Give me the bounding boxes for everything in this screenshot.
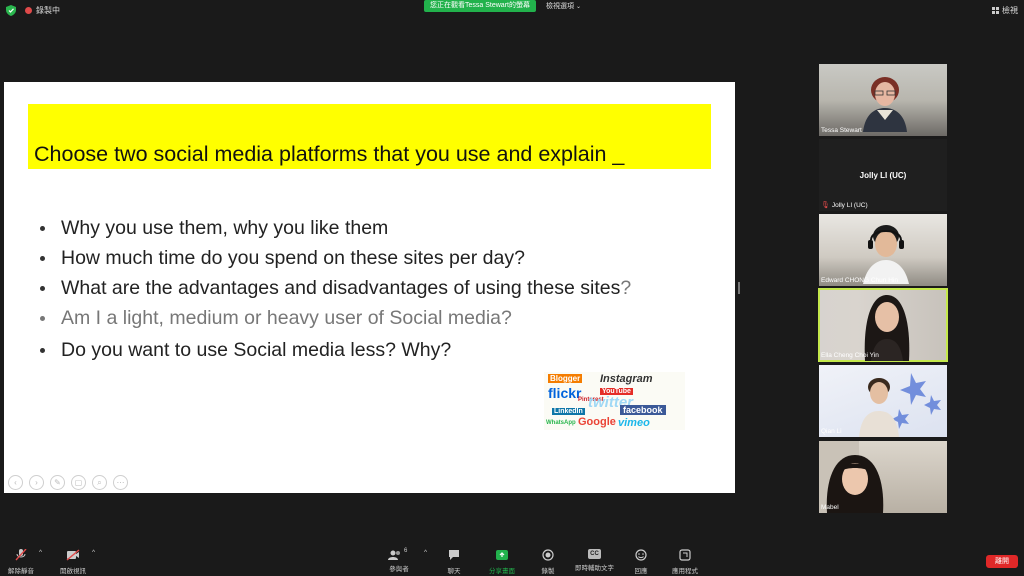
participant-tile[interactable]: Tessa Stewart <box>819 64 947 136</box>
participant-video-image <box>859 373 941 437</box>
shared-screen-slide: Choose two social media platforms that y… <box>4 82 735 493</box>
participant-name: Ella Cheng Choi Yin <box>821 352 879 359</box>
slides-icon[interactable]: ▢ <box>71 475 86 490</box>
participant-tile[interactable]: Edward CHONG Chun Hin <box>819 214 947 286</box>
participant-video-image <box>863 77 907 132</box>
social-media-logos-image: Blogger Instagram flickr YouTube Pintere… <box>544 372 685 430</box>
participant-tile[interactable]: Jolly LI (UC) 🎙 Jolly LI (UC) <box>819 139 947 211</box>
participant-tile-active-speaker[interactable]: Ella Cheng Choi Yin <box>818 288 948 362</box>
record-button[interactable]: 錄製 <box>541 549 555 575</box>
participant-video-image <box>864 295 910 361</box>
previous-icon[interactable]: ‹ <box>8 475 23 490</box>
leave-meeting-button[interactable]: 離開 <box>986 555 1018 568</box>
video-options-caret[interactable]: ^ <box>92 549 95 556</box>
security-shield-icon[interactable] <box>6 5 16 16</box>
participant-name: 🎙 Jolly LI (UC) <box>821 202 868 209</box>
top-bar: 錄製中 您正在觀看Tessa Stewart的螢幕 檢視選項 ⌄ 檢視 <box>0 0 1024 22</box>
zoom-meeting-window: 錄製中 您正在觀看Tessa Stewart的螢幕 檢視選項 ⌄ 檢視 Choos… <box>0 0 1024 576</box>
slide-title: Choose two social media platforms that y… <box>34 142 625 166</box>
share-screen-button[interactable]: 分享畫面 <box>489 549 515 575</box>
record-icon <box>542 549 554 561</box>
layout-label: 檢視 <box>1002 6 1018 15</box>
live-transcript-button[interactable]: CC 即時輔助文字 <box>575 549 614 572</box>
participant-video-image <box>863 225 909 284</box>
video-off-icon <box>66 549 80 561</box>
closed-caption-icon: CC <box>588 549 601 559</box>
participant-video-image <box>819 441 884 513</box>
layout-button[interactable]: 檢視 <box>992 5 1018 16</box>
reactions-button[interactable]: 回應 <box>634 549 648 575</box>
apps-button[interactable]: 應用程式 <box>672 549 698 575</box>
splitter-handle[interactable] <box>738 282 740 294</box>
view-options-button[interactable]: 檢視選項 ⌄ <box>546 1 581 11</box>
participants-button[interactable]: 6 參與者 <box>388 548 410 573</box>
unmute-button[interactable]: 解除靜音 <box>8 548 34 575</box>
grid-icon <box>992 7 999 14</box>
viewing-screen-banner: 您正在觀看Tessa Stewart的螢幕 <box>424 0 536 12</box>
recording-status: 錄製中 <box>36 6 60 15</box>
participants-icon <box>388 550 400 560</box>
chat-icon <box>449 550 459 560</box>
share-screen-icon <box>496 550 508 560</box>
recording-icon <box>25 7 32 14</box>
participant-name: Mabel <box>821 504 839 511</box>
start-video-button[interactable]: 開啟視訊 <box>60 549 86 575</box>
next-icon[interactable]: › <box>29 475 44 490</box>
chat-button[interactable]: 聊天 <box>447 549 461 575</box>
mic-muted-icon: 🎙 <box>821 202 830 209</box>
participants-options-caret[interactable]: ^ <box>424 549 427 556</box>
zoom-icon[interactable]: ⌕ <box>92 475 107 490</box>
participant-tile[interactable]: Mabel <box>819 441 947 513</box>
title-highlight: Choose two social media platforms that y… <box>28 104 711 169</box>
bullet-dot-icon <box>40 316 45 321</box>
slide-navigation-toolbar: ‹ › ✎ ▢ ⌕ ⋯ <box>8 475 128 490</box>
bullet-dot-icon <box>40 348 45 353</box>
view-options-label: 檢視選項 <box>546 3 574 10</box>
participant-display-name: Jolly LI (UC) <box>859 171 907 180</box>
reactions-icon <box>635 549 647 561</box>
chevron-down-icon: ⌄ <box>576 4 582 10</box>
apps-icon <box>679 549 691 561</box>
meeting-controls-bar: 解除靜音 ^ 開啟視訊 ^ 6 參與者 ^ 聊天 分享畫面 錄製 CC 即時輔助… <box>0 546 1024 576</box>
pen-icon[interactable]: ✎ <box>50 475 65 490</box>
bullet-dot-icon <box>40 226 45 231</box>
participant-name: Qian Li <box>821 428 842 435</box>
more-icon[interactable]: ⋯ <box>113 475 128 490</box>
bullet-dot-icon <box>40 286 45 291</box>
participant-name: Tessa Stewart <box>821 127 862 134</box>
bullet-dot-icon <box>40 256 45 261</box>
participant-tile[interactable]: Qian Li <box>819 365 947 437</box>
participants-count: 6 <box>404 548 408 554</box>
participant-name: Edward CHONG Chun Hin <box>821 277 898 284</box>
microphone-muted-icon <box>15 548 27 561</box>
audio-options-caret[interactable]: ^ <box>39 549 42 556</box>
